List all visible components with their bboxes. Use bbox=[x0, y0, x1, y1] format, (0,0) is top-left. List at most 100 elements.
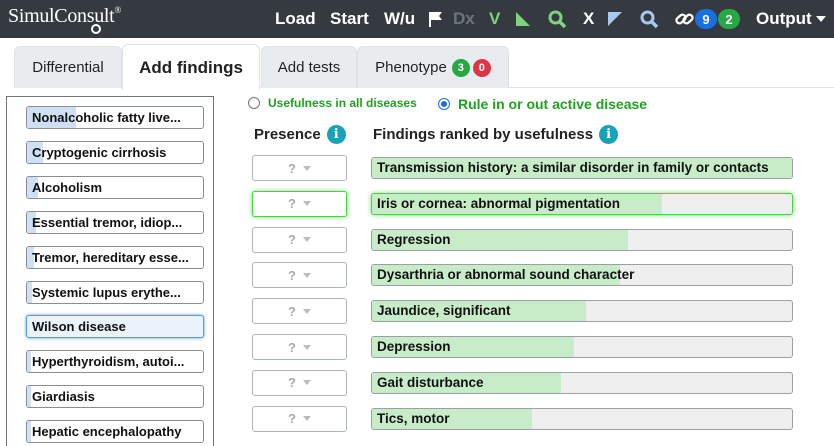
blue-count-badge[interactable]: 9 bbox=[695, 0, 717, 38]
app-logo[interactable]: SimulConsult® bbox=[8, 5, 121, 28]
flag-icon[interactable] bbox=[428, 0, 444, 38]
differential-item[interactable]: Systemic lupus erythe... bbox=[26, 280, 204, 304]
finding-label: Depression bbox=[377, 339, 451, 354]
radio-rule-in-out[interactable] bbox=[438, 98, 450, 110]
tab-add-tests[interactable]: Add tests bbox=[261, 46, 357, 88]
differential-item[interactable]: Alcoholism bbox=[26, 175, 204, 199]
tab-phenotype[interactable]: Phenotype 3 0 bbox=[357, 46, 509, 88]
finding-row[interactable]: Dysarthria or abnormal sound character bbox=[371, 264, 793, 287]
chevron-down-icon bbox=[302, 272, 311, 278]
differential-item-label: Tremor, hereditary esse... bbox=[32, 249, 189, 265]
tab-add-findings-label: Add findings bbox=[139, 57, 243, 77]
search-green-icon[interactable] bbox=[548, 0, 567, 38]
tab-add-findings[interactable]: Add findings bbox=[122, 44, 260, 90]
dx-button[interactable]: Dx bbox=[453, 0, 475, 38]
link-icon[interactable] bbox=[675, 0, 695, 38]
output-label: Output bbox=[756, 9, 812, 28]
presence-select[interactable]: ? bbox=[252, 262, 347, 289]
differential-item[interactable]: Tremor, hereditary esse... bbox=[26, 245, 204, 269]
finding-row[interactable]: Tics, motor bbox=[371, 407, 793, 430]
logo-mark-icon bbox=[91, 24, 101, 34]
presence-select[interactable]: ? bbox=[252, 155, 347, 181]
presence-info-icon[interactable]: i bbox=[326, 125, 346, 144]
differential-item[interactable]: Wilson disease bbox=[26, 315, 204, 339]
finding-label: Jaundice, significant bbox=[377, 303, 511, 319]
blue-count: 9 bbox=[695, 9, 717, 29]
finding-label: Regression bbox=[377, 231, 451, 247]
registered-mark: ® bbox=[114, 5, 121, 15]
differential-item[interactable]: Giardiasis bbox=[26, 385, 204, 409]
chevron-down-icon bbox=[302, 416, 311, 422]
option-rule-in-out[interactable]: Rule in or out active disease bbox=[438, 96, 647, 112]
finding-row[interactable]: Transmission history: a similar disorder… bbox=[371, 157, 793, 179]
chevron-down-icon bbox=[302, 308, 311, 314]
findings-info-icon[interactable]: i bbox=[599, 125, 619, 144]
chevron-down-icon bbox=[302, 165, 311, 171]
finding-row[interactable]: Gait disturbance bbox=[371, 371, 793, 394]
triangle-green-icon[interactable] bbox=[516, 0, 530, 38]
option-usefulness-all[interactable]: Usefulness in all diseases bbox=[248, 96, 417, 110]
differential-item-label: Systemic lupus erythe... bbox=[32, 284, 181, 300]
finding-row[interactable]: Depression bbox=[371, 336, 793, 358]
v-button[interactable]: V bbox=[489, 0, 500, 38]
search-blue-icon[interactable] bbox=[640, 0, 659, 38]
presence-header-label: Presence bbox=[254, 126, 321, 143]
tab-add-tests-label: Add tests bbox=[277, 59, 341, 76]
differential-item-label: Giardiasis bbox=[32, 389, 95, 405]
phenotype-absent-count: 0 bbox=[472, 58, 491, 77]
option-usefulness-all-label: Usefulness in all diseases bbox=[268, 96, 417, 110]
presence-select[interactable]: ? bbox=[252, 334, 347, 360]
chevron-down-icon bbox=[302, 344, 311, 350]
presence-value: ? bbox=[288, 196, 296, 212]
option-rule-in-out-label: Rule in or out active disease bbox=[458, 96, 648, 112]
presence-header: Presence i bbox=[254, 125, 346, 144]
differential-item-label: Essential tremor, idiop... bbox=[32, 214, 183, 230]
finding-row[interactable]: Regression bbox=[371, 228, 793, 251]
differential-item[interactable]: Nonalcoholic fatty live... bbox=[26, 106, 204, 129]
differential-item-label: Nonalcoholic fatty live... bbox=[32, 110, 181, 125]
x-button[interactable]: X bbox=[583, 0, 594, 38]
likelihood-bar bbox=[27, 351, 31, 373]
workup-button[interactable]: W/u bbox=[384, 0, 415, 38]
presence-select[interactable]: ? bbox=[252, 190, 347, 217]
differential-item-label: Wilson disease bbox=[32, 319, 126, 335]
presence-value: ? bbox=[288, 411, 296, 427]
differential-item[interactable]: Essential tremor, idiop... bbox=[26, 210, 204, 234]
finding-label: Dysarthria or abnormal sound character bbox=[377, 267, 635, 283]
presence-select[interactable]: ? bbox=[252, 369, 347, 396]
differential-item[interactable]: Hyperthyroidism, autoi... bbox=[26, 350, 204, 374]
chevron-down-icon bbox=[302, 237, 311, 243]
load-button[interactable]: Load bbox=[275, 0, 316, 38]
likelihood-bar bbox=[27, 421, 31, 443]
finding-row[interactable]: Jaundice, significant bbox=[371, 300, 793, 323]
phenotype-present-count: 3 bbox=[451, 58, 470, 77]
tab-differential[interactable]: Differential bbox=[14, 46, 122, 88]
tab-differential-label: Differential bbox=[32, 59, 104, 76]
presence-select[interactable]: ? bbox=[252, 405, 347, 432]
presence-value: ? bbox=[288, 375, 296, 391]
output-menu[interactable]: Output bbox=[756, 0, 826, 38]
presence-select[interactable]: ? bbox=[252, 226, 347, 253]
chevron-down-icon bbox=[302, 380, 311, 386]
presence-select[interactable]: ? bbox=[252, 298, 347, 325]
triangle-blue-icon[interactable] bbox=[608, 0, 622, 38]
differential-item-label: Cryptogenic cirrhosis bbox=[32, 144, 167, 160]
finding-row[interactable]: Iris or cornea: abnormal pigmentation bbox=[371, 192, 793, 215]
differential-item-label: Alcoholism bbox=[32, 179, 103, 195]
finding-label: Iris or cornea: abnormal pigmentation bbox=[377, 195, 621, 211]
presence-value: ? bbox=[288, 303, 296, 319]
finding-label: Gait disturbance bbox=[377, 374, 484, 390]
finding-label: Transmission history: a similar disorder… bbox=[377, 160, 769, 175]
start-button[interactable]: Start bbox=[330, 0, 369, 38]
chevron-down-icon bbox=[815, 16, 826, 22]
radio-usefulness-all[interactable] bbox=[248, 97, 260, 109]
findings-header-label: Findings ranked by usefulness bbox=[373, 126, 594, 143]
differential-item-label: Hyperthyroidism, autoi... bbox=[32, 354, 185, 370]
finding-label: Tics, motor bbox=[377, 410, 450, 426]
green-count-badge[interactable]: 2 bbox=[718, 0, 740, 38]
chevron-down-icon bbox=[302, 201, 311, 207]
findings-header: Findings ranked by usefulness i bbox=[373, 125, 619, 144]
top-navbar: SimulConsult® Load Start W/u Dx V X 9 2 … bbox=[0, 0, 834, 38]
differential-item[interactable]: Cryptogenic cirrhosis bbox=[26, 140, 204, 164]
tab-phenotype-label: Phenotype bbox=[375, 59, 447, 76]
